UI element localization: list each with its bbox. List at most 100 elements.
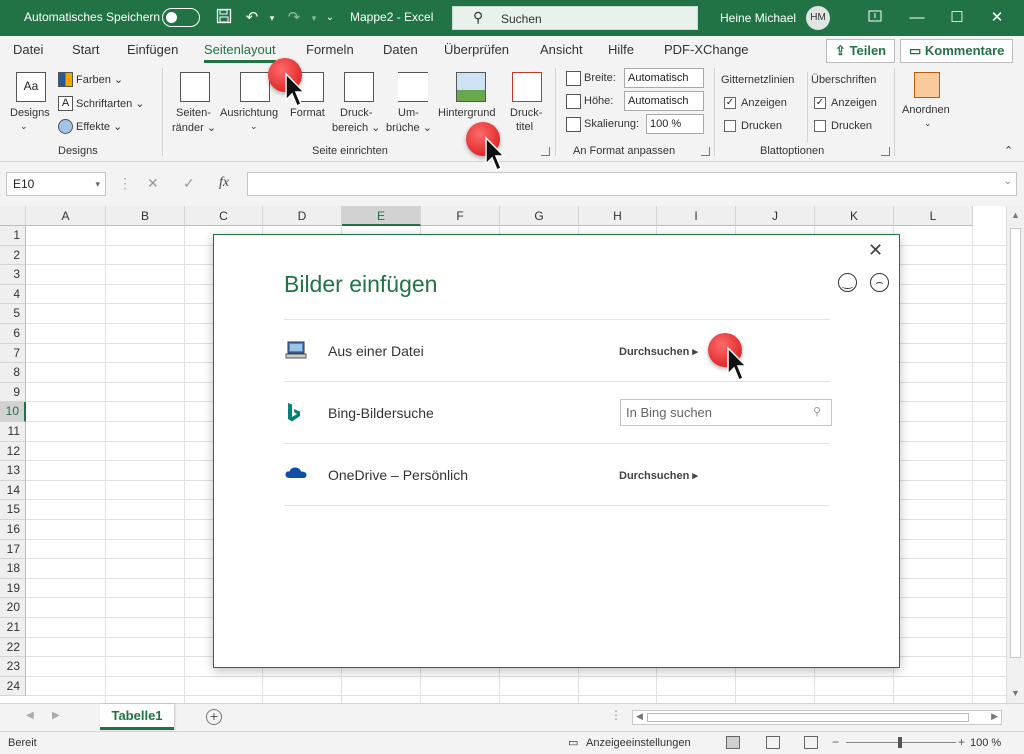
prev-sheet-icon[interactable]: ◀: [26, 710, 34, 721]
tab-splitter-icon[interactable]: ⋮: [610, 708, 622, 722]
column-header-a[interactable]: A: [26, 206, 106, 226]
effects-button[interactable]: Effekte ⌄: [76, 120, 122, 133]
row-header-9[interactable]: 9: [0, 382, 26, 403]
column-header-k[interactable]: K: [815, 206, 894, 226]
user-name[interactable]: Heine Michael: [720, 11, 796, 25]
comments-button[interactable]: ▭ Kommentare: [900, 39, 1014, 63]
sheet-options-launcher-icon[interactable]: [881, 147, 890, 156]
from-file-browse-link[interactable]: Durchsuchen ▸: [619, 345, 698, 358]
normal-view-icon[interactable]: [726, 736, 740, 749]
row-header-11[interactable]: 11: [0, 422, 26, 442]
designs-icon[interactable]: Aa: [16, 72, 46, 102]
redo-icon[interactable]: ↷: [284, 8, 304, 28]
row-header-17[interactable]: 17: [0, 539, 26, 560]
row-header-22[interactable]: 22: [0, 637, 26, 658]
autosave-toggle[interactable]: [162, 8, 200, 27]
row-header-2[interactable]: 2: [0, 245, 26, 266]
tab-seitenlayout[interactable]: Seitenlayout: [204, 42, 276, 63]
column-header-i[interactable]: I: [657, 206, 736, 226]
tab-ueberpruefen[interactable]: Überprüfen: [444, 42, 509, 57]
print-area-label-2[interactable]: bereich ⌄: [332, 121, 380, 134]
print-titles-icon[interactable]: [512, 72, 542, 102]
row-header-4[interactable]: 4: [0, 284, 26, 305]
row-header-10[interactable]: 10: [0, 402, 26, 422]
smile-feedback-icon[interactable]: ‿: [838, 273, 857, 292]
close-icon[interactable]: ✕: [868, 240, 883, 261]
designs-chevron-icon[interactable]: ⌄: [20, 121, 28, 132]
zoom-out-icon[interactable]: −: [832, 735, 839, 749]
row-header-8[interactable]: 8: [0, 363, 26, 383]
print-area-icon[interactable]: [344, 72, 374, 102]
headings-view-checkbox[interactable]: ✓: [814, 97, 826, 109]
tab-pdf-xchange[interactable]: PDF-XChange: [664, 42, 749, 57]
tab-start[interactable]: Start: [72, 42, 99, 57]
scroll-up-icon[interactable]: ▲: [1011, 210, 1020, 220]
arrange-label[interactable]: Anordnen: [902, 104, 950, 116]
arrange-icon[interactable]: [914, 72, 940, 98]
column-header-c[interactable]: C: [185, 206, 263, 226]
tab-einfuegen[interactable]: Einfügen: [127, 42, 178, 57]
column-header-l[interactable]: L: [894, 206, 973, 226]
gridlines-view-checkbox[interactable]: ✓: [724, 97, 736, 109]
next-sheet-icon[interactable]: ▶: [52, 710, 60, 721]
scroll-down-icon[interactable]: ▼: [1011, 688, 1020, 698]
zoom-slider-thumb[interactable]: [898, 737, 902, 748]
vertical-scrollbar[interactable]: ▲ ▼: [1006, 206, 1024, 703]
zoom-in-icon[interactable]: +: [958, 735, 965, 749]
column-header-h[interactable]: H: [579, 206, 657, 226]
row-header-14[interactable]: 14: [0, 480, 26, 501]
share-button[interactable]: ⇪ Teilen: [826, 39, 896, 63]
insert-function-icon[interactable]: fx: [219, 175, 229, 191]
row-header-24[interactable]: 24: [0, 676, 26, 697]
select-all-corner[interactable]: [0, 206, 26, 226]
column-header-f[interactable]: F: [421, 206, 500, 226]
column-header-d[interactable]: D: [263, 206, 342, 226]
customize-quick-access-icon[interactable]: ⌄: [320, 8, 340, 28]
vertical-scroll-thumb[interactable]: [1010, 228, 1021, 658]
display-settings-icon[interactable]: ▭: [568, 736, 578, 749]
row-header-6[interactable]: 6: [0, 324, 26, 344]
maximize-icon[interactable]: ☐: [944, 6, 970, 30]
expand-formula-icon[interactable]: ⌄: [1004, 176, 1012, 187]
formula-options-icon[interactable]: ⋮: [118, 175, 132, 192]
orientation-icon[interactable]: [240, 72, 270, 102]
margins-icon[interactable]: [180, 72, 210, 102]
row-header-16[interactable]: 16: [0, 520, 26, 540]
row-header-21[interactable]: 21: [0, 618, 26, 638]
bing-search-input[interactable]: In Bing suchen ⚲: [620, 399, 832, 426]
search-icon[interactable]: ⚲: [813, 405, 821, 418]
scale-spinner[interactable]: 100 %: [646, 114, 704, 134]
horizontal-scroll-thumb[interactable]: [647, 713, 969, 722]
page-break-view-icon[interactable]: [804, 736, 818, 749]
enter-icon[interactable]: ✓: [183, 175, 195, 192]
tab-datei[interactable]: Datei: [13, 42, 43, 57]
tab-ansicht[interactable]: Ansicht: [540, 42, 583, 57]
row-header-23[interactable]: 23: [0, 657, 26, 677]
row-header-15[interactable]: 15: [0, 500, 26, 520]
column-header-j[interactable]: J: [736, 206, 815, 226]
name-box[interactable]: E10 ▾: [6, 172, 106, 196]
frown-feedback-icon[interactable]: ⌢: [870, 273, 889, 292]
width-select[interactable]: Automatisch: [624, 68, 704, 88]
column-header-b[interactable]: B: [106, 206, 185, 226]
page-setup-launcher-icon[interactable]: [541, 147, 550, 156]
row-header-20[interactable]: 20: [0, 598, 26, 618]
background-image-icon[interactable]: [456, 72, 486, 102]
gridlines-print-checkbox[interactable]: [724, 120, 736, 132]
onedrive-browse-link[interactable]: Durchsuchen ▸: [619, 469, 698, 482]
undo-dropdown-icon[interactable]: ▾: [262, 8, 282, 28]
row-header-7[interactable]: 7: [0, 343, 26, 364]
breaks-label-2[interactable]: brüche ⌄: [386, 121, 432, 134]
minimize-icon[interactable]: —: [904, 6, 930, 30]
breaks-icon[interactable]: [398, 72, 428, 102]
scroll-left-icon[interactable]: ◀: [636, 711, 643, 722]
orientation-label[interactable]: Ausrichtung: [220, 107, 278, 119]
row-header-1[interactable]: 1: [0, 226, 26, 246]
tab-daten[interactable]: Daten: [383, 42, 418, 57]
column-header-g[interactable]: G: [500, 206, 579, 226]
collapse-ribbon-icon[interactable]: ⌃: [1004, 144, 1013, 157]
scale-launcher-icon[interactable]: [701, 147, 710, 156]
background-label[interactable]: Hintergrund: [438, 107, 495, 119]
row-header-19[interactable]: 19: [0, 578, 26, 599]
search-box[interactable]: ⚲ Suchen: [452, 6, 698, 30]
